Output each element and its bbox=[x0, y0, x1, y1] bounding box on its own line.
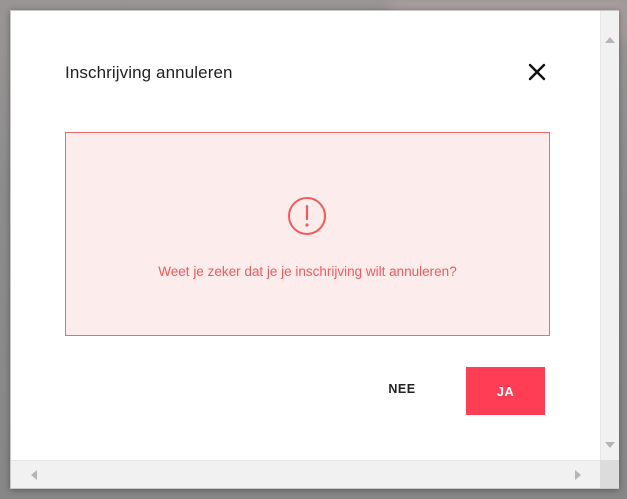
scrollbar-corner bbox=[600, 460, 619, 488]
yes-button[interactable]: JA bbox=[466, 367, 545, 415]
cancel-registration-dialog: Inschrijving annuleren Weet je zeker dat… bbox=[11, 11, 600, 460]
close-icon bbox=[528, 63, 546, 81]
exclamation-circle-icon bbox=[288, 197, 326, 235]
scroll-up-icon[interactable] bbox=[605, 37, 615, 43]
dialog-title: Inschrijving annuleren bbox=[65, 63, 233, 82]
close-button[interactable] bbox=[523, 58, 551, 86]
horizontal-scrollbar[interactable] bbox=[11, 460, 600, 488]
modal-window: Inschrijving annuleren Weet je zeker dat… bbox=[10, 10, 619, 489]
scroll-left-icon[interactable] bbox=[31, 470, 37, 480]
scroll-right-icon[interactable] bbox=[575, 470, 581, 480]
warning-alert: Weet je zeker dat je je inschrijving wil… bbox=[65, 132, 550, 336]
vertical-scrollbar[interactable] bbox=[600, 11, 619, 460]
alert-message: Weet je zeker dat je je inschrijving wil… bbox=[158, 264, 457, 279]
no-button[interactable]: NEE bbox=[373, 377, 431, 401]
scroll-down-icon[interactable] bbox=[605, 442, 615, 448]
